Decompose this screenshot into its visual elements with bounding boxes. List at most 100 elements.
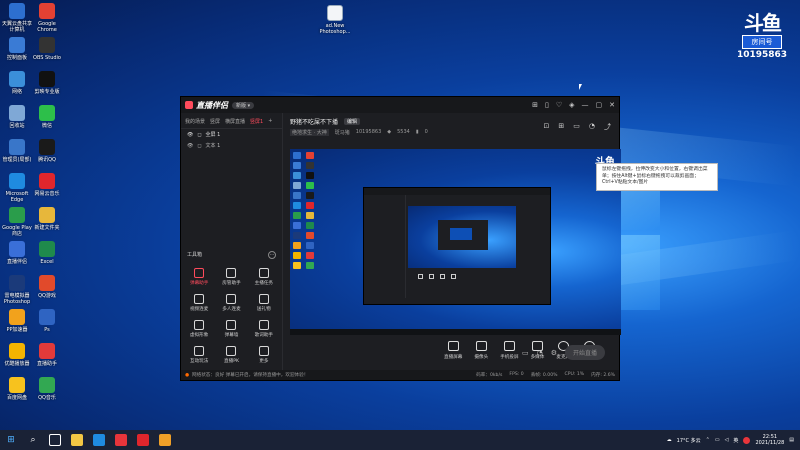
desktop-icon[interactable]: 控制面板	[0, 37, 34, 61]
desktop-icon[interactable]: Ps	[30, 309, 64, 333]
app-icon	[39, 241, 55, 257]
desktop-icon[interactable]: 管理员(局部)	[0, 139, 34, 163]
desktop-icon[interactable]: 微信	[30, 105, 64, 129]
desktop-icon[interactable]: Google Chrome	[30, 3, 64, 33]
window-control-icon[interactable]: ⊞	[532, 101, 538, 109]
preview-desktop-icon	[293, 262, 301, 269]
tool-button[interactable]: 弹幕墙	[215, 320, 247, 338]
start-button[interactable]: ⊞	[0, 430, 22, 450]
tool-button[interactable]: 主播任务	[248, 268, 280, 286]
scene-item[interactable]: 👁 ◻ 文本 1	[181, 140, 282, 151]
source-control-button[interactable]: 直播屏幕	[444, 341, 462, 360]
tray-arrow-icon[interactable]: ⌃	[706, 437, 710, 443]
desktop-icon[interactable]: 回收站	[0, 105, 34, 129]
weather-text[interactable]: 17°C 多云	[677, 437, 701, 444]
desktop-icon-label: OBS Studio	[33, 55, 61, 61]
version-badge[interactable]: 新版 ▾	[232, 101, 255, 109]
app-icon	[9, 71, 25, 87]
window-control-icon[interactable]: ✕	[609, 101, 615, 109]
toolbox-more-button[interactable]: …	[268, 251, 276, 259]
tool-button[interactable]: 虚拟形象	[183, 320, 215, 338]
desktop-icon[interactable]: Microsoft Edge	[0, 173, 34, 203]
clock[interactable]: 22:51 2021/11/28	[755, 434, 784, 446]
tool-button[interactable]: 视频连麦	[183, 294, 215, 312]
window-control-icon[interactable]: ▢	[596, 101, 603, 109]
desktop-icon[interactable]: 新建文件夹	[30, 207, 64, 231]
scene-item[interactable]: 👁 ◻ 全屏 1	[181, 129, 282, 140]
tool-button[interactable]: 互动玩法	[183, 346, 215, 364]
tool-button[interactable]: 歌词助手	[248, 320, 280, 338]
tool-button[interactable]: 弹幕助手	[183, 268, 215, 286]
room-action-icon[interactable]: ⊞	[558, 122, 564, 132]
lock-icon[interactable]: ◻	[197, 143, 201, 149]
window-control-icon[interactable]: ◈	[569, 101, 574, 109]
desktop-file-icon[interactable]: ad.New Photoshop...	[318, 5, 352, 35]
right-control-icon[interactable]: ◔	[537, 349, 543, 357]
desktop-icon[interactable]: 网易云音乐	[30, 173, 64, 197]
volume-icon[interactable]: ◁	[725, 437, 729, 443]
scene-tab[interactable]: 竖屏	[210, 118, 220, 125]
network-icon[interactable]: ▭	[715, 437, 720, 443]
right-control-icon[interactable]: ⚙	[551, 349, 557, 357]
desktop-icon[interactable]: 天翼云盘共享 计算机	[0, 3, 34, 33]
scene-tab[interactable]: 横屏直播	[225, 118, 245, 125]
desktop-icon[interactable]: 雷电模拟器 Photoshop	[0, 275, 34, 305]
taskbar-app-live-companion[interactable]	[154, 430, 176, 450]
room-category[interactable]: 绝地求生 · 大神	[290, 129, 329, 136]
window-control-icon[interactable]: ♡	[556, 101, 562, 109]
desktop-icon[interactable]: PP加速器	[0, 309, 34, 333]
tool-button[interactable]: 更多	[248, 346, 280, 364]
language-indicator[interactable]: 英	[733, 437, 738, 444]
live-companion-icon	[159, 434, 171, 446]
room-action-icon[interactable]: ◔	[589, 122, 595, 132]
desktop-icon[interactable]: 直播伴侣	[0, 241, 34, 265]
preview-desktop-icon	[293, 192, 301, 199]
desktop-icon[interactable]: 直播助手	[30, 343, 64, 367]
taskbar-app-task-view[interactable]	[44, 430, 66, 450]
desktop-icon[interactable]: 优酷播放器	[0, 343, 34, 367]
desktop-icon[interactable]: Excel	[30, 241, 64, 265]
search-icon[interactable]: ⌕	[22, 430, 44, 450]
lock-icon[interactable]: ◻	[197, 132, 201, 138]
visibility-icon[interactable]: 👁	[187, 132, 193, 138]
room-action-icon[interactable]: ⊡	[544, 122, 550, 132]
notification-icon[interactable]: ▤	[789, 437, 794, 443]
desktop-icon[interactable]: 腾讯QQ	[30, 139, 64, 163]
scene-tab[interactable]: 竖屏1	[250, 118, 263, 125]
room-action-icon[interactable]: ▭	[573, 122, 580, 132]
scene-tab[interactable]: +	[268, 118, 272, 125]
taskbar-app-file-explorer[interactable]	[66, 430, 88, 450]
source-control-button[interactable]: 摄像头	[474, 341, 488, 360]
tool-icon	[258, 346, 269, 356]
desktop-icon[interactable]: Google Play 商店	[0, 207, 34, 237]
desktop-icon[interactable]: QQ游戏	[30, 275, 64, 299]
live-preview-canvas[interactable]: 斗鱼	[290, 149, 621, 335]
tool-button[interactable]: 多人连麦	[215, 294, 247, 312]
desktop-icon[interactable]: 剪映专业版	[30, 71, 64, 95]
desktop-icon[interactable]: 网络	[0, 71, 34, 95]
desktop-icon[interactable]: QQ音乐	[30, 377, 64, 401]
taskbar-app-edge[interactable]	[88, 430, 110, 450]
source-control-label: 直播屏幕	[444, 355, 463, 360]
visibility-icon[interactable]: 👁	[187, 143, 193, 149]
desktop-icon[interactable]: OBS Studio	[30, 37, 64, 61]
tool-button[interactable]: 房管助手	[215, 268, 247, 286]
app-titlebar[interactable]: 直播伴侣 新版 ▾ ⊞ ▯ ♡ ◈ — ▢ ✕	[181, 97, 619, 113]
window-control-icon[interactable]: —	[582, 101, 589, 109]
app-icon	[9, 139, 25, 155]
preview-desktop-icon	[305, 252, 314, 259]
scene-tab[interactable]: 我的场景	[185, 118, 205, 125]
tool-button[interactable]: 送礼物	[248, 294, 280, 312]
go-live-button[interactable]: 开始直播	[564, 345, 605, 360]
window-control-icon[interactable]: ▯	[545, 101, 549, 109]
right-control-icon[interactable]: ▭	[522, 349, 529, 357]
taskbar-app-douyu-assistant[interactable]	[110, 430, 132, 450]
desktop-icon-label: 剪映专业版	[34, 89, 60, 95]
edit-room-button[interactable]: 编辑	[344, 118, 361, 125]
tool-button[interactable]: 直播PK	[215, 346, 247, 364]
taskbar-app-netease-music[interactable]	[132, 430, 154, 450]
room-action-icon[interactable]: ⤴	[604, 122, 611, 132]
desktop-icon[interactable]: 百度网盘	[0, 377, 34, 401]
source-control-button[interactable]: 手机投屏	[500, 341, 519, 360]
douyu-tray-icon[interactable]	[743, 436, 751, 444]
